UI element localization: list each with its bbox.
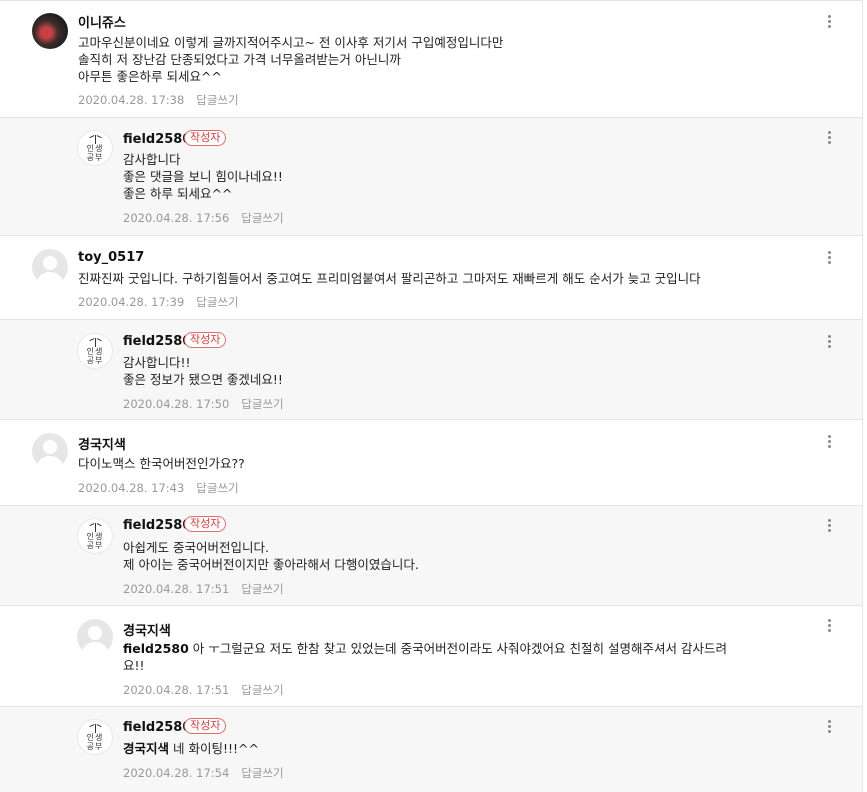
comment-text: 경국지색 네 화이팅!!!^^ <box>123 740 259 757</box>
logo-text: 공부 <box>86 153 104 162</box>
comment-date: 2020.04.28. 17:54 <box>123 766 230 780</box>
comment-line: 고마우신분이네요 이렇게 글까지적어주시고~ 전 이사후 저기서 구입예정입니다… <box>78 35 504 50</box>
comment-line: 감사합니다!! <box>123 355 191 370</box>
avatar[interactable]: 인생 공부 <box>77 130 113 166</box>
mention-link[interactable]: 경국지색 <box>123 741 169 756</box>
reply-item: 경국지색 field2580 아 ㅜ그럴군요 저도 한참 찾고 있었는데 중국어… <box>0 605 862 706</box>
more-vertical-icon[interactable] <box>826 333 834 351</box>
comment-item: 경국지색 다이노맥스 한국어버전인가요?? 2020.04.28. 17:43 답… <box>0 419 862 505</box>
comment-text: 아쉽게도 중국어버전입니다. 제 아이는 중국어버전이지만 좋아라해서 다행이였… <box>123 539 419 573</box>
avatar[interactable]: 인생 공부 <box>77 333 113 369</box>
more-vertical-icon[interactable] <box>826 13 834 31</box>
comment-date: 2020.04.28. 17:43 <box>78 481 185 495</box>
more-vertical-icon[interactable] <box>826 129 834 147</box>
comment-author[interactable]: 경국지색 <box>123 620 171 639</box>
reply-item: 인생 공부 field2580 작성자 감사합니다!! 좋은 정보가 됐으면 좋… <box>0 319 862 419</box>
avatar[interactable] <box>32 13 68 49</box>
comment-author[interactable]: field2580 <box>123 132 191 147</box>
reply-item: 인생 공부 field2580 작성자 경국지색 네 화이팅!!!^^ 2020… <box>0 706 862 792</box>
comment-line: 아쉽게도 중국어버전입니다. <box>123 540 269 555</box>
comment-date: 2020.04.28. 17:50 <box>123 397 230 411</box>
comment-text: 감사합니다!! 좋은 정보가 됐으면 좋겠네요!! <box>123 354 283 388</box>
comment-meta: 2020.04.28. 17:43 답글쓰기 <box>78 480 239 496</box>
comment-text: 감사합니다 좋은 댓글을 보니 힘이나네요!! 좋은 하루 되세요^^ <box>123 151 283 202</box>
comment-date: 2020.04.28. 17:51 <box>123 582 230 596</box>
comment-author[interactable]: field2580 <box>123 518 191 533</box>
comment-text: field2580 아 ㅜ그럴군요 저도 한참 찾고 있었는데 중국어버전이라도… <box>123 640 727 674</box>
comment-meta: 2020.04.28. 17:54 답글쓰기 <box>123 765 284 781</box>
reply-button[interactable]: 답글쓰기 <box>241 766 283 780</box>
more-vertical-icon[interactable] <box>826 249 834 267</box>
logo-text: 인생 <box>86 347 104 356</box>
comment-date: 2020.04.28. 17:51 <box>123 683 230 697</box>
leaf-icon <box>95 338 102 344</box>
comment-meta: 2020.04.28. 17:51 답글쓰기 <box>123 581 284 597</box>
comment-author[interactable]: field2580 <box>123 334 191 349</box>
reply-item: 인생 공부 field2580 작성자 아쉽게도 중국어버전입니다. 제 아이는… <box>0 505 862 605</box>
comment-line: 요!! <box>123 658 145 673</box>
author-badge: 작성자 <box>184 718 227 734</box>
comment-date: 2020.04.28. 17:38 <box>78 93 185 107</box>
comment-author[interactable]: 이니쥬스 <box>78 12 126 31</box>
avatar[interactable] <box>77 619 113 655</box>
logo-text: 인생 <box>86 144 104 153</box>
avatar[interactable]: 인생 공부 <box>77 518 113 554</box>
logo-text: 인생 <box>86 733 104 742</box>
reply-item: 인생 공부 field2580 작성자 감사합니다 좋은 댓글을 보니 힘이나네… <box>0 117 862 235</box>
comment-line: 진짜진짜 굿입니다. 구하기힘들어서 중고여도 프리미엄붙여서 팔리곤하고 그마… <box>78 271 701 286</box>
comment-line: 제 아이는 중국어버전이지만 좋아라해서 다행이였습니다. <box>123 557 419 572</box>
reply-button[interactable]: 답글쓰기 <box>196 93 238 107</box>
comment-author[interactable]: field2580 <box>123 720 191 735</box>
leaf-icon <box>95 523 102 529</box>
comment-list: 이니쥬스 고마우신분이네요 이렇게 글까지적어주시고~ 전 이사후 저기서 구입… <box>0 0 863 792</box>
comment-line: 솔직히 저 장난감 단종되었다고 가격 너무올려받는거 아닌니까 <box>78 52 401 67</box>
comment-line: 좋은 하루 되세요^^ <box>123 186 233 201</box>
reply-button[interactable]: 답글쓰기 <box>241 582 283 596</box>
mention-link[interactable]: field2580 <box>123 641 189 656</box>
author-badge: 작성자 <box>184 332 227 348</box>
comment-text: 다이노맥스 한국어버전인가요?? <box>78 455 245 472</box>
author-badge: 작성자 <box>184 130 227 146</box>
comment-line: 네 화이팅!!!^^ <box>169 741 259 756</box>
comment-meta: 2020.04.28. 17:39 답글쓰기 <box>78 294 239 310</box>
comment-line: 좋은 댓글을 보니 힘이나네요!! <box>123 169 283 184</box>
reply-button[interactable]: 답글쓰기 <box>241 683 283 697</box>
comment-text: 고마우신분이네요 이렇게 글까지적어주시고~ 전 이사후 저기서 구입예정입니다… <box>78 34 503 85</box>
reply-button[interactable]: 답글쓰기 <box>196 481 238 495</box>
logo-text: 공부 <box>86 356 104 365</box>
comment-meta: 2020.04.28. 17:38 답글쓰기 <box>78 92 239 108</box>
comment-item: 이니쥬스 고마우신분이네요 이렇게 글까지적어주시고~ 전 이사후 저기서 구입… <box>0 0 862 117</box>
reply-button[interactable]: 답글쓰기 <box>241 211 283 225</box>
logo-text: 공부 <box>86 742 104 751</box>
comment-text: 진짜진짜 굿입니다. 구하기힘들어서 중고여도 프리미엄붙여서 팔리곤하고 그마… <box>78 270 701 287</box>
comment-item: toy_0517 진짜진짜 굿입니다. 구하기힘들어서 중고여도 프리미엄붙여서… <box>0 235 862 319</box>
comment-meta: 2020.04.28. 17:56 답글쓰기 <box>123 210 284 226</box>
leaf-icon <box>95 135 102 141</box>
reply-button[interactable]: 답글쓰기 <box>241 397 283 411</box>
logo-text: 인생 <box>86 532 104 541</box>
comment-author[interactable]: 경국지색 <box>78 434 126 453</box>
avatar[interactable] <box>32 249 68 285</box>
avatar[interactable] <box>32 433 68 469</box>
comment-line: 좋은 정보가 됐으면 좋겠네요!! <box>123 372 283 387</box>
reply-button[interactable]: 답글쓰기 <box>196 295 238 309</box>
comment-author[interactable]: toy_0517 <box>78 250 144 265</box>
comment-date: 2020.04.28. 17:39 <box>78 295 185 309</box>
more-vertical-icon[interactable] <box>826 718 834 736</box>
comment-meta: 2020.04.28. 17:51 답글쓰기 <box>123 682 284 698</box>
comment-line: 아 ㅜ그럴군요 저도 한참 찾고 있었는데 중국어버전이라도 사줘야겠어요 친절… <box>188 641 727 656</box>
more-vertical-icon[interactable] <box>826 433 834 451</box>
comment-line: 감사합니다 <box>123 152 181 167</box>
leaf-icon <box>95 724 102 730</box>
more-vertical-icon[interactable] <box>826 617 834 635</box>
comment-line: 다이노맥스 한국어버전인가요?? <box>78 456 245 471</box>
more-vertical-icon[interactable] <box>826 517 834 535</box>
comment-date: 2020.04.28. 17:56 <box>123 211 230 225</box>
logo-text: 공부 <box>86 541 104 550</box>
avatar[interactable]: 인생 공부 <box>77 719 113 755</box>
comment-line: 아무튼 좋은하루 되세요^^ <box>78 69 222 84</box>
author-badge: 작성자 <box>184 516 227 532</box>
comment-meta: 2020.04.28. 17:50 답글쓰기 <box>123 396 284 412</box>
